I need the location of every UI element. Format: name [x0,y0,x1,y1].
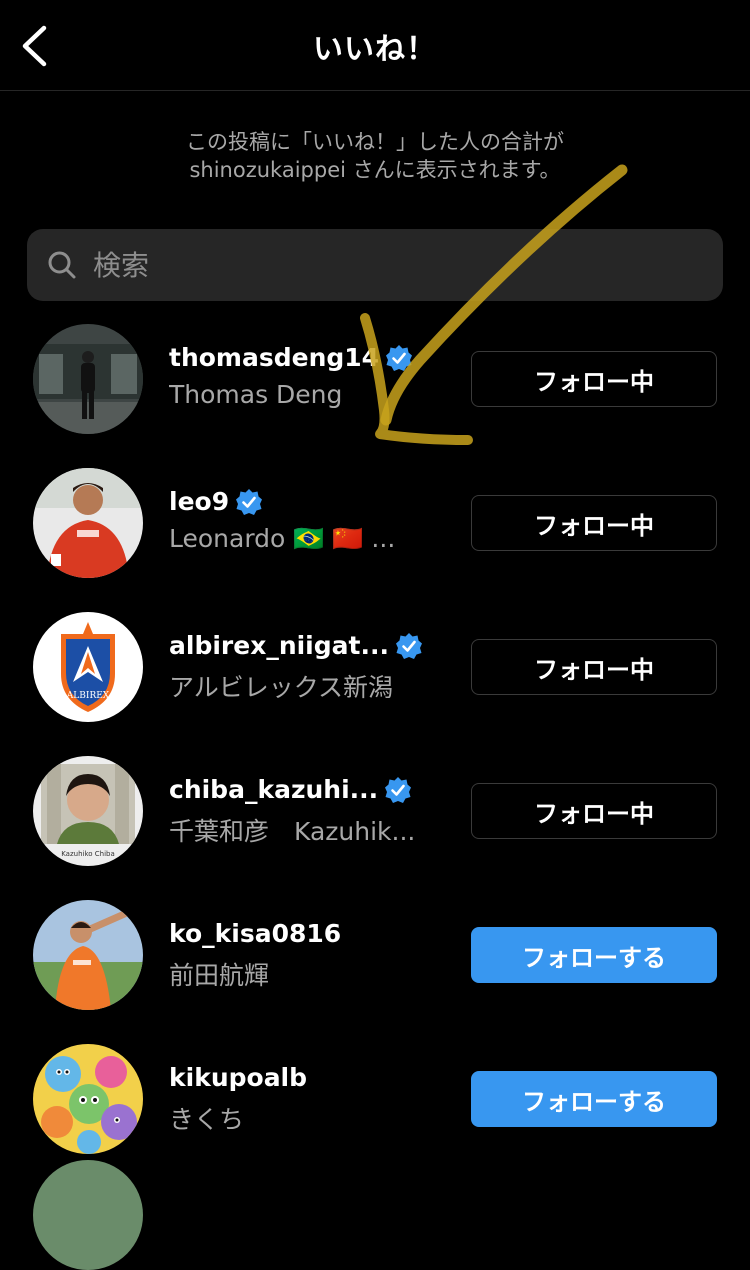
username[interactable]: ko_kisa0816 [169,919,459,948]
avatar[interactable] [33,900,143,1010]
list-item: kikupoalb きくち フォローする [0,1027,750,1171]
svg-text:Kazuhiko Chiba: Kazuhiko Chiba [61,850,115,858]
following-button[interactable]: フォロー中 [471,495,717,551]
full-name: Leonardo 🇧🇷 🇨🇳 ... [169,524,396,553]
full-name: 前田航輝 [169,961,270,990]
list-item: Kazuhiko Chiba chiba_kazuhi... 千葉和彦 Kazu… [0,739,750,883]
list-item: thomasdeng14 Thomas Deng フォロー中 [0,307,750,451]
avatar[interactable] [33,324,143,434]
list-item: ALBIREX albirex_niigat... アルビレックス新潟 フォロー… [0,595,750,739]
avatar[interactable]: ALBIREX [33,612,143,722]
likes-list: thomasdeng14 Thomas Deng フォロー中 leo9 Leon… [0,307,750,1171]
verified-badge-icon [395,632,422,659]
list-item: ko_kisa0816 前田航輝 フォローする [0,883,750,1027]
page-title: いいね！ [313,32,437,67]
avatar[interactable] [33,468,143,578]
avatar[interactable] [33,1044,143,1154]
search-input[interactable] [91,247,655,283]
avatar[interactable]: Kazuhiko Chiba [33,756,143,866]
follow-button[interactable]: フォローする [471,927,717,983]
username-text: thomasdeng14 [169,343,380,372]
svg-text:ALBIREX: ALBIREX [66,691,110,701]
avatar-partial[interactable] [33,1160,143,1270]
username[interactable]: albirex_niigat... [169,631,459,660]
following-button[interactable]: フォロー中 [471,639,717,695]
verified-badge-icon [236,488,263,515]
username-text: chiba_kazuhi... [169,775,379,804]
full-name: きくち [169,1105,245,1134]
likes-notice: この投稿に「いいね！」した人の合計が shinozukaippei さんに表示さ… [0,128,750,184]
notice-line-2: shinozukaippei さんに表示されます。 [189,158,561,182]
full-name: アルビレックス新潟 [169,673,394,702]
header: いいね！ [0,0,750,91]
username[interactable]: chiba_kazuhi... [169,775,459,804]
search-icon [48,251,76,279]
albirex-crest-icon: ALBIREX [33,612,143,722]
username-text: kikupoalb [169,1063,308,1092]
username[interactable]: thomasdeng14 [169,343,459,372]
username-text: ko_kisa0816 [169,919,342,948]
username-text: albirex_niigat... [169,631,389,660]
search-bar[interactable] [27,229,723,301]
following-button[interactable]: フォロー中 [471,351,717,407]
username[interactable]: leo9 [169,487,459,516]
list-item: leo9 Leonardo 🇧🇷 🇨🇳 ... フォロー中 [0,451,750,595]
notice-line-1: この投稿に「いいね！」した人の合計が [186,130,564,154]
follow-button[interactable]: フォローする [471,1071,717,1127]
full-name: Thomas Deng [169,380,343,409]
following-button[interactable]: フォロー中 [471,783,717,839]
username[interactable]: kikupoalb [169,1063,459,1092]
username-text: leo9 [169,487,230,516]
full-name: 千葉和彦 Kazuhik... [169,817,416,846]
verified-badge-icon [385,776,412,803]
verified-badge-icon [386,344,413,371]
